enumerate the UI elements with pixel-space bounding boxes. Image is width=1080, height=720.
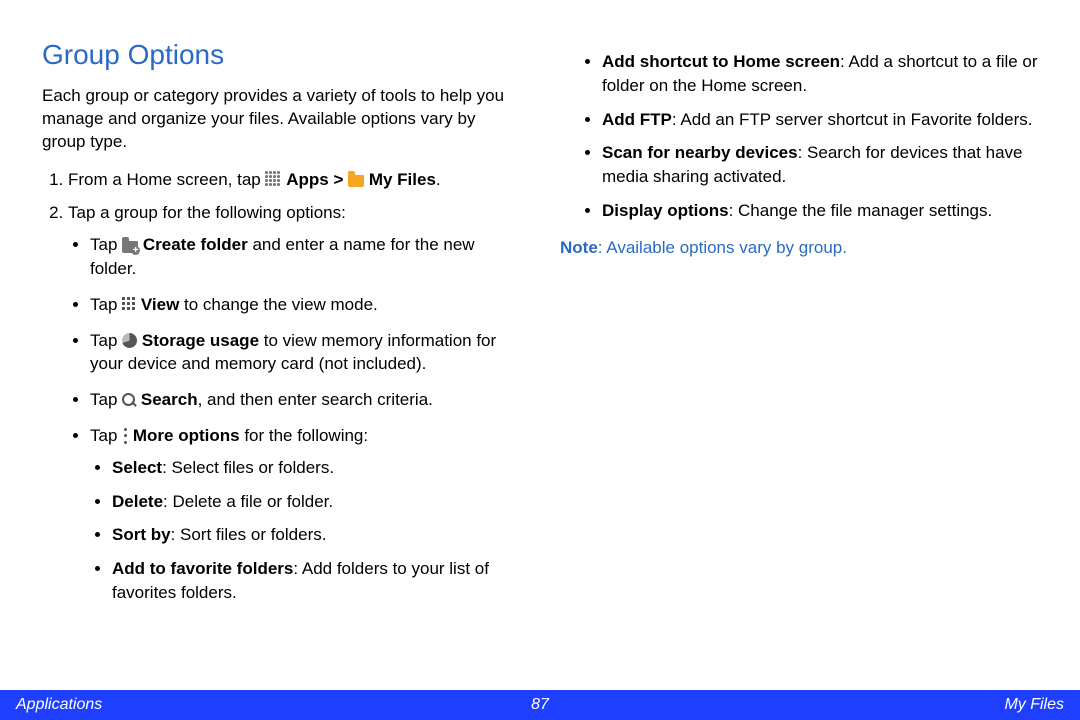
view-rest: to change the view mode. (179, 295, 377, 314)
sub-add-ftp: Add FTP: Add an FTP server shortcut in F… (602, 108, 1038, 132)
steps-list: From a Home screen, tap Apps > My Files.… (42, 168, 520, 605)
more-options-sublist-continued: Add shortcut to Home screen: Add a short… (560, 50, 1038, 223)
view-label-text: View (141, 295, 179, 314)
note-rest: : Available options vary by group. (598, 238, 847, 257)
more-options-icon (122, 428, 128, 444)
sub-delete: Delete: Delete a file or folder. (112, 490, 520, 514)
option-view: Tap View to change the view mode. (90, 293, 520, 317)
gt-separator: > (333, 170, 348, 189)
tap-text: Tap (90, 295, 122, 314)
sub-select: Select: Select files or folders. (112, 456, 520, 480)
myfiles-text: My Files (369, 170, 436, 189)
storage-pie-icon (122, 333, 137, 348)
footer-left: Applications (16, 696, 102, 714)
create-folder-label-text: Create folder (143, 235, 248, 254)
sub-sortby-rest: : Sort files or folders. (171, 525, 327, 544)
option-create-folder: Tap Create folder and enter a name for t… (90, 233, 520, 281)
apps-grid-icon (265, 171, 281, 187)
step-2-text: Tap a group for the following options: (68, 203, 346, 222)
sub-select-label: Select (112, 458, 162, 477)
storage-label: Storage usage (142, 331, 259, 350)
sub-display-label: Display options (602, 201, 729, 220)
note-label: Note (560, 238, 598, 257)
sub-ftp-rest: : Add an FTP server shortcut in Favorite… (672, 110, 1033, 129)
sub-sortby-label: Sort by (112, 525, 171, 544)
sub-favorites-label: Add to favorite folders (112, 559, 293, 578)
right-column: Add shortcut to Home screen: Add a short… (560, 40, 1038, 680)
tap-text: Tap (90, 235, 122, 254)
two-column-layout: Group Options Each group or category pro… (42, 40, 1038, 680)
sub-home-label: Add shortcut to Home screen (602, 52, 840, 71)
sub-select-rest: : Select files or folders. (162, 458, 334, 477)
more-options-label: More options (133, 426, 240, 445)
view-label: View (141, 295, 179, 314)
more-options-rest: for the following: (240, 426, 369, 445)
tap-text: Tap (90, 426, 122, 445)
options-list: Tap Create folder and enter a name for t… (68, 233, 520, 605)
more-options-label-text: More options (133, 426, 240, 445)
section-heading: Group Options (42, 40, 520, 71)
more-options-sublist: Select: Select files or folders. Delete:… (90, 456, 520, 605)
myfiles-label: My Files (369, 170, 436, 189)
step-2: Tap a group for the following options: T… (68, 201, 520, 604)
option-storage: Tap Storage usage to view memory informa… (90, 329, 520, 377)
search-label-text: Search (141, 390, 198, 409)
view-grid-icon (122, 297, 136, 311)
sub-display-options: Display options: Change the file manager… (602, 199, 1038, 223)
search-label: Search (141, 390, 198, 409)
storage-label-text: Storage usage (142, 331, 259, 350)
page-footer: Applications 87 My Files (0, 690, 1080, 720)
sub-delete-rest: : Delete a file or folder. (163, 492, 333, 511)
sub-sortby: Sort by: Sort files or folders. (112, 523, 520, 547)
sub-scan-label: Scan for nearby devices (602, 143, 798, 162)
option-search: Tap Search, and then enter search criter… (90, 388, 520, 412)
step-1: From a Home screen, tap Apps > My Files. (68, 168, 520, 192)
option-more: Tap More options for the following: Sele… (90, 424, 520, 605)
footer-right: My Files (1004, 696, 1064, 714)
create-folder-label: Create folder (143, 235, 248, 254)
sub-favorites: Add to favorite folders: Add folders to … (112, 557, 520, 605)
sub-delete-label: Delete (112, 492, 163, 511)
left-column: Group Options Each group or category pro… (42, 40, 520, 680)
sub-home-shortcut: Add shortcut to Home screen: Add a short… (602, 50, 1038, 98)
apps-label: Apps (286, 170, 329, 189)
folder-icon (348, 175, 364, 187)
note-line: Note: Available options vary by group. (560, 237, 1038, 260)
sub-ftp-label: Add FTP (602, 110, 672, 129)
intro-paragraph: Each group or category provides a variet… (42, 85, 520, 154)
sub-display-rest: : Change the file manager settings. (729, 201, 993, 220)
sub-scan: Scan for nearby devices: Search for devi… (602, 141, 1038, 189)
tap-text: Tap (90, 331, 122, 350)
step-1-suffix: . (436, 170, 441, 189)
footer-page-number: 87 (531, 696, 549, 714)
create-folder-icon (122, 241, 138, 253)
step-1-prefix: From a Home screen, tap (68, 170, 265, 189)
manual-page: Group Options Each group or category pro… (0, 0, 1080, 720)
tap-text: Tap (90, 390, 122, 409)
search-rest: , and then enter search criteria. (198, 390, 433, 409)
search-icon (122, 393, 136, 407)
